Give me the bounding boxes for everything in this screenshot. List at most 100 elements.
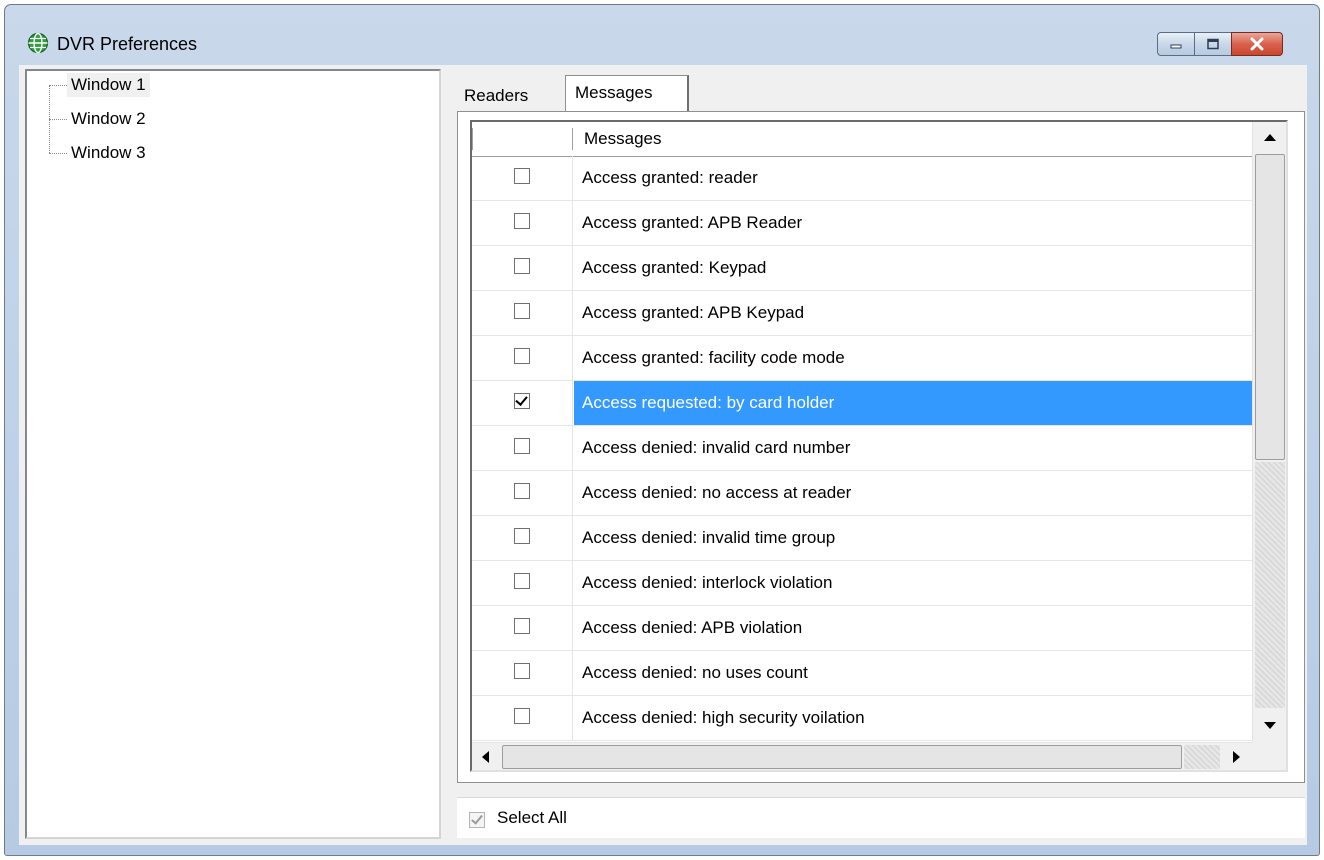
checkbox-cell <box>472 516 573 560</box>
table-row[interactable]: Access denied: high security voilation <box>472 696 1252 741</box>
column-separator <box>472 128 473 150</box>
window-tree[interactable]: Window 1 Window 2 Window 3 <box>25 69 441 839</box>
row-checkbox[interactable] <box>514 663 530 679</box>
message-cell[interactable]: Access denied: high security voilation <box>574 696 1252 740</box>
message-cell[interactable]: Access denied: invalid card number <box>574 426 1252 470</box>
select-all-label[interactable]: Select All <box>497 808 567 828</box>
checkbox-cell <box>472 561 573 605</box>
arrow-right-icon <box>1233 751 1240 763</box>
column-header-messages[interactable]: Messages <box>584 122 661 156</box>
scroll-right-button[interactable] <box>1222 743 1250 770</box>
message-cell[interactable]: Access denied: no access at reader <box>574 471 1252 515</box>
close-button[interactable] <box>1231 32 1283 56</box>
select-all-bar: Select All <box>457 797 1305 838</box>
message-cell[interactable]: Access granted: APB Keypad <box>574 291 1252 335</box>
message-cell[interactable]: Access granted: Keypad <box>574 246 1252 290</box>
message-cell[interactable]: Access denied: APB violation <box>574 606 1252 650</box>
preferences-panel: Readers Messages Messages Access granted… <box>449 69 1307 839</box>
arrow-left-icon <box>482 751 489 763</box>
arrow-down-icon <box>1264 722 1276 729</box>
column-header-check[interactable] <box>480 122 570 156</box>
globe-icon <box>27 32 49 54</box>
checkbox-cell <box>472 606 573 650</box>
tree-item-window-2[interactable]: Window 2 <box>67 107 150 131</box>
scroll-up-button[interactable] <box>1255 122 1285 152</box>
table-row[interactable]: Access granted: APB Keypad <box>472 291 1252 336</box>
scroll-left-button[interactable] <box>472 743 500 770</box>
caption-buttons <box>1157 32 1283 58</box>
tab-readers[interactable]: Readers <box>455 79 537 111</box>
message-cell[interactable]: Access requested: by card holder <box>574 381 1252 425</box>
message-cell[interactable]: Access granted: APB Reader <box>574 201 1252 245</box>
maximize-button[interactable] <box>1194 32 1232 56</box>
horizontal-scrollbar[interactable] <box>472 742 1252 770</box>
checkbox-cell <box>472 381 573 425</box>
minimize-button[interactable] <box>1157 32 1195 56</box>
grid-rows: Access granted: reader Access granted: AP… <box>472 156 1252 741</box>
tree-item-window-1[interactable]: Window 1 <box>67 73 150 97</box>
select-all-checkbox[interactable] <box>469 812 485 828</box>
table-row[interactable]: Access requested: by card holder <box>472 381 1252 426</box>
table-row[interactable]: Access granted: facility code mode <box>472 336 1252 381</box>
message-cell[interactable]: Access denied: interlock violation <box>574 561 1252 605</box>
vertical-scroll-thumb[interactable] <box>1255 154 1285 460</box>
messages-tab-panel: Messages Access granted: reader Access gr… <box>457 111 1305 783</box>
row-checkbox[interactable] <box>514 258 530 274</box>
row-checkbox[interactable] <box>514 393 530 409</box>
table-row[interactable]: Access denied: APB violation <box>472 606 1252 651</box>
horizontal-scroll-track[interactable] <box>1184 745 1220 769</box>
row-checkbox[interactable] <box>514 213 530 229</box>
scrollbar-corner <box>1252 742 1286 770</box>
table-row[interactable]: Access denied: no access at reader <box>472 471 1252 516</box>
message-cell[interactable]: Access denied: invalid time group <box>574 516 1252 560</box>
tree-connector <box>49 85 67 86</box>
row-checkbox[interactable] <box>514 528 530 544</box>
row-checkbox[interactable] <box>514 483 530 499</box>
table-row[interactable]: Access granted: APB Reader <box>472 201 1252 246</box>
table-row[interactable]: Access denied: invalid time group <box>472 516 1252 561</box>
row-checkbox[interactable] <box>514 438 530 454</box>
messages-grid: Messages Access granted: reader Access gr… <box>470 120 1288 772</box>
table-row[interactable]: Access granted: Keypad <box>472 246 1252 291</box>
row-checkbox[interactable] <box>514 348 530 364</box>
table-row[interactable]: Access denied: no uses count <box>472 651 1252 696</box>
vertical-scroll-track[interactable] <box>1255 462 1285 708</box>
message-cell[interactable]: Access denied: no uses count <box>574 651 1252 695</box>
row-checkbox[interactable] <box>514 708 530 724</box>
scroll-down-button[interactable] <box>1255 710 1285 740</box>
window-title: DVR Preferences <box>57 34 198 54</box>
maximize-icon <box>1207 38 1219 50</box>
app-window: DVR Preferences Window 1 Window 2 Window… <box>4 4 1320 856</box>
table-row[interactable]: Access denied: invalid card number <box>472 426 1252 471</box>
checkbox-cell <box>472 336 573 380</box>
message-cell[interactable]: Access granted: reader <box>574 156 1252 200</box>
tab-messages[interactable]: Messages <box>565 75 689 113</box>
tree-item-window-3[interactable]: Window 3 <box>67 141 150 165</box>
checkbox-cell <box>472 291 573 335</box>
row-checkbox[interactable] <box>514 168 530 184</box>
message-cell[interactable]: Access granted: facility code mode <box>574 336 1252 380</box>
minimize-icon <box>1170 44 1182 49</box>
tree-connector <box>49 119 67 120</box>
checkbox-cell <box>472 651 573 695</box>
checkbox-cell <box>472 696 573 740</box>
row-checkbox[interactable] <box>514 573 530 589</box>
client-area: Window 1 Window 2 Window 3 Readers Messa… <box>19 65 1307 845</box>
checkbox-cell <box>472 471 573 515</box>
arrow-up-icon <box>1264 134 1276 141</box>
vertical-scrollbar[interactable] <box>1252 122 1286 742</box>
title-bar[interactable]: DVR Preferences <box>5 5 1319 61</box>
grid-header: Messages <box>472 122 1252 157</box>
checkbox-cell <box>472 246 573 290</box>
horizontal-scroll-thumb[interactable] <box>502 745 1182 769</box>
checkbox-cell <box>472 426 573 470</box>
close-icon <box>1250 37 1264 51</box>
column-separator[interactable] <box>572 128 573 150</box>
table-row[interactable]: Access granted: reader <box>472 156 1252 201</box>
row-checkbox[interactable] <box>514 303 530 319</box>
checkbox-cell <box>472 156 573 200</box>
checkbox-cell <box>472 201 573 245</box>
row-checkbox[interactable] <box>514 618 530 634</box>
table-row[interactable]: Access denied: interlock violation <box>472 561 1252 606</box>
tree-connector <box>49 153 67 154</box>
